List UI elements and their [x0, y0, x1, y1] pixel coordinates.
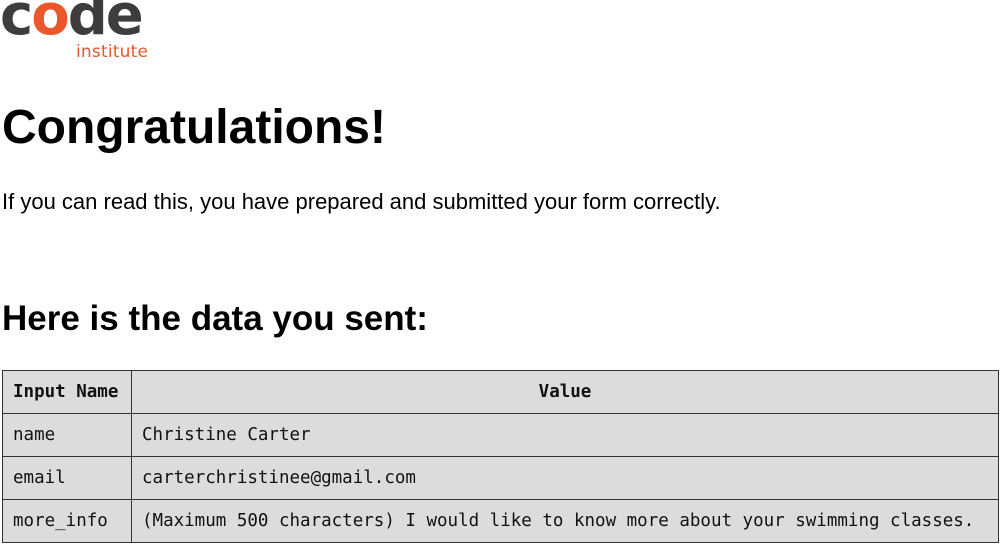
- column-header-value: Value: [131, 370, 999, 414]
- table-row: email carterchristinee@gmail.com: [2, 456, 999, 500]
- row-input-name: more_info: [2, 499, 132, 543]
- table-row: name Christine Carter: [2, 413, 999, 457]
- column-header-input-name: Input Name: [2, 370, 132, 414]
- code-institute-logo: code institute: [0, 0, 160, 70]
- logo-subtitle: institute: [76, 42, 149, 62]
- row-value: (Maximum 500 characters) I would like to…: [131, 499, 999, 543]
- logo-letter-o: o: [31, 0, 70, 48]
- table-header-row: Input Name Value: [2, 370, 999, 414]
- submitted-data-table: Input Name Value name Christine Carter e…: [2, 370, 999, 543]
- logo-letters-de: de: [67, 0, 144, 48]
- logo-wordmark: code: [0, 0, 144, 44]
- row-input-name: email: [2, 456, 132, 500]
- row-value: carterchristinee@gmail.com: [131, 456, 999, 500]
- logo-letter-c: c: [0, 0, 33, 48]
- page-title: Congratulations!: [2, 101, 386, 154]
- row-value: Christine Carter: [131, 413, 999, 457]
- intro-text: If you can read this, you have prepared …: [2, 189, 721, 214]
- row-input-name: name: [2, 413, 132, 457]
- section-heading: Here is the data you sent:: [2, 299, 428, 338]
- table-row: more_info (Maximum 500 characters) I wou…: [2, 499, 999, 543]
